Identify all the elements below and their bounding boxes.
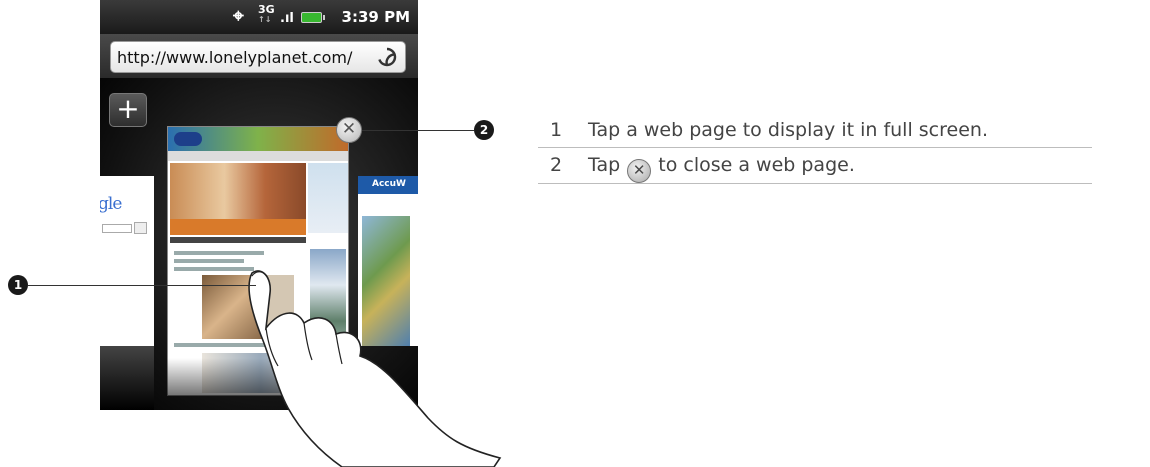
step-text-before: Tap xyxy=(588,154,621,176)
close-icon: ✕ xyxy=(341,119,357,139)
google-logo-fragment: gle xyxy=(100,194,122,214)
instruction-row: 1 Tap a web page to display it in full s… xyxy=(538,113,1092,148)
callout-badge-2: 2 xyxy=(474,120,494,140)
refresh-icon[interactable] xyxy=(376,46,398,68)
google-search-box xyxy=(102,224,132,233)
gps-icon: ⌖ xyxy=(233,5,244,27)
address-field[interactable]: http://www.lonelyplanet.com/ xyxy=(110,41,406,73)
text-line xyxy=(174,251,264,255)
step-text-after: to close a web page. xyxy=(658,154,855,176)
weather-logo-fragment: AccuW xyxy=(372,179,406,189)
instruction-row: 2 Tap ✕ to close a web page. xyxy=(538,148,1092,184)
site-logo xyxy=(174,132,202,146)
status-time: 3:39 PM xyxy=(341,8,410,26)
hero-banner xyxy=(170,219,306,235)
signal-bars-icon: .ıl xyxy=(280,11,294,26)
side-panel xyxy=(308,163,348,233)
close-icon: ✕ xyxy=(627,159,652,183)
step-text: Tap a web page to display it in full scr… xyxy=(588,119,988,141)
reflection xyxy=(100,346,154,410)
text-line xyxy=(174,259,244,263)
google-search-button xyxy=(134,222,147,234)
site-nav xyxy=(168,151,348,161)
callout-line-1 xyxy=(28,285,256,286)
instruction-list: 1 Tap a web page to display it in full s… xyxy=(538,113,1092,184)
callout-line-2 xyxy=(362,130,474,131)
status-bar: ⌖ 3G ↑↓ .ıl 3:39 PM xyxy=(100,0,418,34)
data-arrows-icon: ↑↓ xyxy=(258,15,272,24)
close-tab-button[interactable]: ✕ xyxy=(336,117,362,143)
new-tab-button[interactable]: + xyxy=(109,93,147,127)
step-number: 2 xyxy=(550,154,563,176)
battery-icon xyxy=(301,12,325,23)
pointing-hand-illustration xyxy=(248,270,502,467)
callout-badge-1: 1 xyxy=(8,275,28,295)
hero-image xyxy=(170,163,306,219)
network-indicator: 3G ↑↓ xyxy=(258,4,275,25)
tab-thumbnail-google[interactable]: gle xyxy=(100,176,154,346)
step-text: Tap ✕ to close a web page. xyxy=(588,154,855,183)
step-number: 1 xyxy=(550,119,563,141)
carousel-strip xyxy=(170,237,306,243)
url-text: http://www.lonelyplanet.com/ xyxy=(117,48,353,67)
url-bar: http://www.lonelyplanet.com/ xyxy=(100,34,418,78)
